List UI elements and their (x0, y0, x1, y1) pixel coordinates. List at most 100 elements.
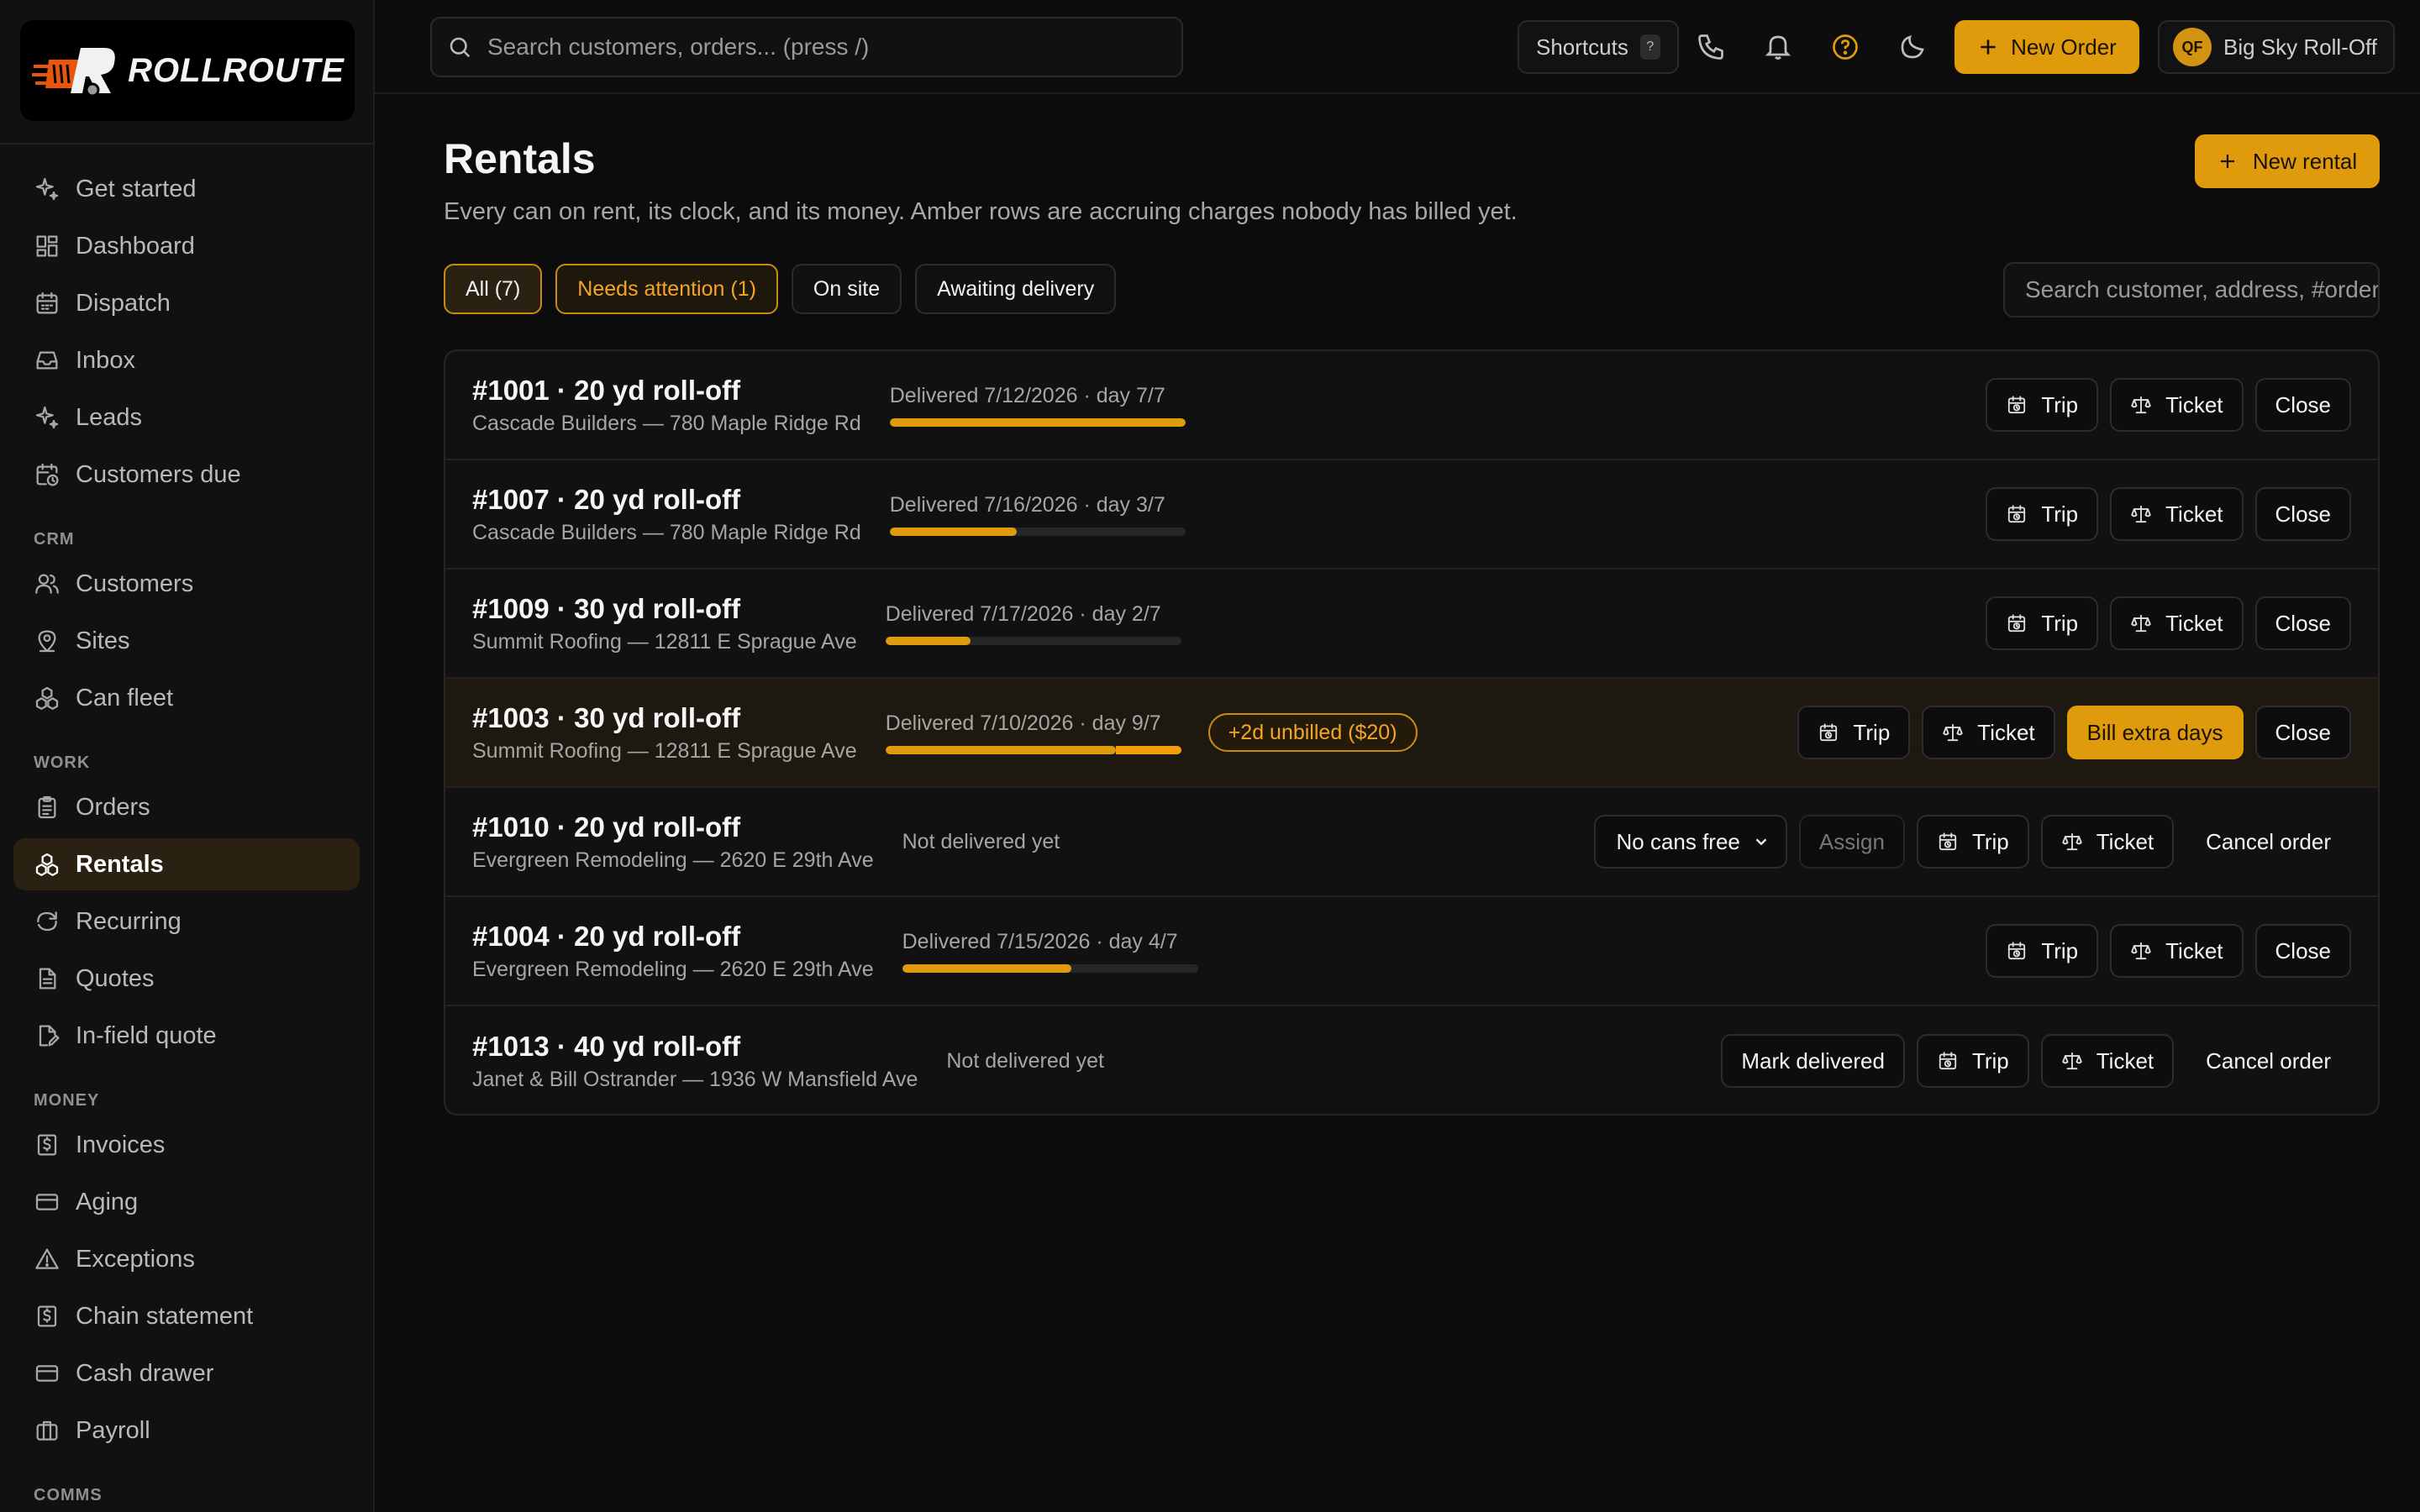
ticket-button[interactable]: Ticket (2110, 596, 2244, 650)
rental-title[interactable]: #1013 · 40 yd roll-off (472, 1031, 918, 1063)
phone-icon[interactable] (1696, 32, 1726, 62)
bell-icon[interactable] (1763, 32, 1793, 62)
rental-address: Janet & Bill Ostrander — 1936 W Mansfiel… (472, 1067, 918, 1091)
ticket-button[interactable]: Ticket (2040, 1034, 2175, 1088)
assign-button[interactable]: Assign (1798, 815, 1905, 869)
table-row: #1003 · 30 yd roll-off Summit Roofing — … (445, 679, 2378, 788)
trip-button[interactable]: Trip (1916, 815, 2029, 869)
sidebar-item-leads[interactable]: Leads (13, 391, 360, 444)
sidebar-item-exceptions[interactable]: Exceptions (13, 1233, 360, 1285)
ticket-button[interactable]: Ticket (2110, 487, 2244, 541)
sidebar-item-customers[interactable]: Customers (13, 558, 360, 610)
trip-button[interactable]: Trip (1986, 924, 2099, 978)
global-search[interactable] (430, 17, 1183, 77)
rentals-table: #1001 · 20 yd roll-off Cascade Builders … (444, 349, 2380, 1116)
sidebar-item-dispatch[interactable]: Dispatch (13, 277, 360, 329)
sidebar-item-can-fleet[interactable]: Can fleet (13, 672, 360, 724)
close-button[interactable]: Close (2254, 596, 2351, 650)
trip-icon (2008, 505, 2026, 523)
moon-icon[interactable] (1897, 32, 1928, 62)
rental-status: Not delivered yet (902, 830, 1060, 854)
trip-button[interactable]: Trip (1797, 706, 1911, 759)
trip-button[interactable]: Trip (1986, 596, 2099, 650)
account-name: Big Sky Roll-Off (2223, 34, 2378, 60)
rental-search-input[interactable] (2025, 276, 2378, 303)
filter-needs-attention[interactable]: Needs attention (1) (555, 264, 778, 314)
rental-title[interactable]: #1003 · 30 yd roll-off (472, 702, 857, 734)
brand-name: ROLLROUTE (128, 51, 345, 89)
filter-awaiting-delivery[interactable]: Awaiting delivery (915, 264, 1117, 314)
sidebar-item-label: Get started (76, 175, 197, 202)
shortcuts-button[interactable]: Shortcuts ? (1518, 20, 1679, 74)
sidebar-item-rentals[interactable]: Rentals (13, 838, 360, 890)
cancel-order-button[interactable]: Cancel order (2186, 1034, 2351, 1088)
ticket-button[interactable]: Ticket (2110, 924, 2244, 978)
new-order-button[interactable]: New Order (1954, 20, 2139, 74)
sidebar-item-sites[interactable]: Sites (13, 615, 360, 667)
sidebar-item-quotes[interactable]: Quotes (13, 953, 360, 1005)
sidebar-item-aging[interactable]: Aging (13, 1176, 360, 1228)
table-row: #1013 · 40 yd roll-off Janet & Bill Ostr… (445, 1006, 2378, 1114)
boxes-icon (35, 853, 59, 876)
sidebar-item-customers-due[interactable]: Customers due (13, 449, 360, 501)
receipt-icon (37, 1134, 57, 1156)
close-button[interactable]: Close (2254, 924, 2351, 978)
bill-extra-days-button[interactable]: Bill extra days (2066, 706, 2244, 759)
help-icon[interactable] (1830, 32, 1860, 62)
rental-title[interactable]: #1007 · 20 yd roll-off (472, 484, 861, 516)
rental-title[interactable]: #1010 · 20 yd roll-off (472, 811, 874, 843)
new-rental-button[interactable]: New rental (2195, 134, 2380, 188)
row-actions: No cans free Assign Trip Ticket Cancel orde… (1594, 788, 2351, 895)
search-icon (450, 37, 471, 58)
filter-all[interactable]: All (7) (444, 264, 543, 314)
sidebar-item-get-started[interactable]: Get started (13, 163, 360, 215)
cancel-order-button[interactable]: Cancel order (2186, 815, 2351, 869)
global-search-input[interactable] (487, 34, 1160, 60)
rental-search[interactable] (2003, 262, 2380, 318)
account-menu[interactable]: QF Big Sky Roll-Off (2158, 20, 2395, 74)
sidebar-item-inbox[interactable]: Inbox (13, 334, 360, 386)
close-button[interactable]: Close (2254, 706, 2351, 759)
ticket-button[interactable]: Ticket (1922, 706, 2055, 759)
ticket-button[interactable]: Ticket (2110, 378, 2244, 432)
sidebar-item-invoices[interactable]: Invoices (13, 1119, 360, 1171)
trip-button[interactable]: Trip (1986, 487, 2099, 541)
button-label: Ticket (2165, 937, 2223, 963)
close-button[interactable]: Close (2254, 487, 2351, 541)
sidebar-item-payroll[interactable]: Payroll (13, 1404, 360, 1457)
sidebar-item-orders[interactable]: Orders (13, 781, 360, 833)
button-label: Cancel order (2206, 1047, 2331, 1074)
rental-status: Delivered 7/15/2026 · day 4/7 (902, 930, 1198, 973)
sidebar-item-label: Cash drawer (76, 1359, 214, 1387)
sidebar-item-label: Quotes (76, 964, 155, 992)
sidebar-item-chain-statement[interactable]: Chain statement (13, 1290, 360, 1342)
ticket-button[interactable]: Ticket (2040, 815, 2175, 869)
sidebar-section-work: WORK (34, 753, 91, 772)
sidebar-item-recurring[interactable]: Recurring (13, 895, 360, 948)
rental-title[interactable]: #1001 · 20 yd roll-off (472, 375, 861, 407)
can-select[interactable]: No cans free (1594, 815, 1787, 869)
close-button[interactable]: Close (2254, 378, 2351, 432)
sidebar-item-cash-drawer[interactable]: Cash drawer (13, 1347, 360, 1399)
rental-title[interactable]: #1009 · 30 yd roll-off (472, 593, 857, 625)
progress-fill (902, 963, 1071, 973)
sidebar-item-dashboard[interactable]: Dashboard (13, 220, 360, 272)
sidebar-item-label: Recurring (76, 907, 182, 935)
plus-icon (1981, 39, 1996, 55)
trip-button[interactable]: Trip (1916, 1034, 2029, 1088)
refresh-icon (37, 911, 57, 932)
sidebar-item-label: Can fleet (76, 684, 174, 711)
sidebar-item-in-field-quote[interactable]: In-field quote (13, 1010, 360, 1062)
progress-fill (885, 745, 1116, 754)
rental-info: #1001 · 20 yd roll-off Cascade Builders … (472, 375, 861, 436)
rental-title[interactable]: #1004 · 20 yd roll-off (472, 921, 874, 953)
page-subtitle: Every can on rent, its clock, and its mo… (444, 198, 1518, 225)
filter-on-site[interactable]: On site (791, 264, 902, 314)
trip-button[interactable]: Trip (1986, 378, 2099, 432)
brand-logo[interactable]: ROLLROUTE (20, 20, 355, 121)
briefcase-icon (36, 1420, 58, 1441)
boxes-icon (35, 686, 59, 710)
mark-delivered-button[interactable]: Mark delivered (1721, 1034, 1905, 1088)
credit-card-icon (35, 1194, 59, 1210)
rental-progress-bar (885, 745, 1181, 754)
